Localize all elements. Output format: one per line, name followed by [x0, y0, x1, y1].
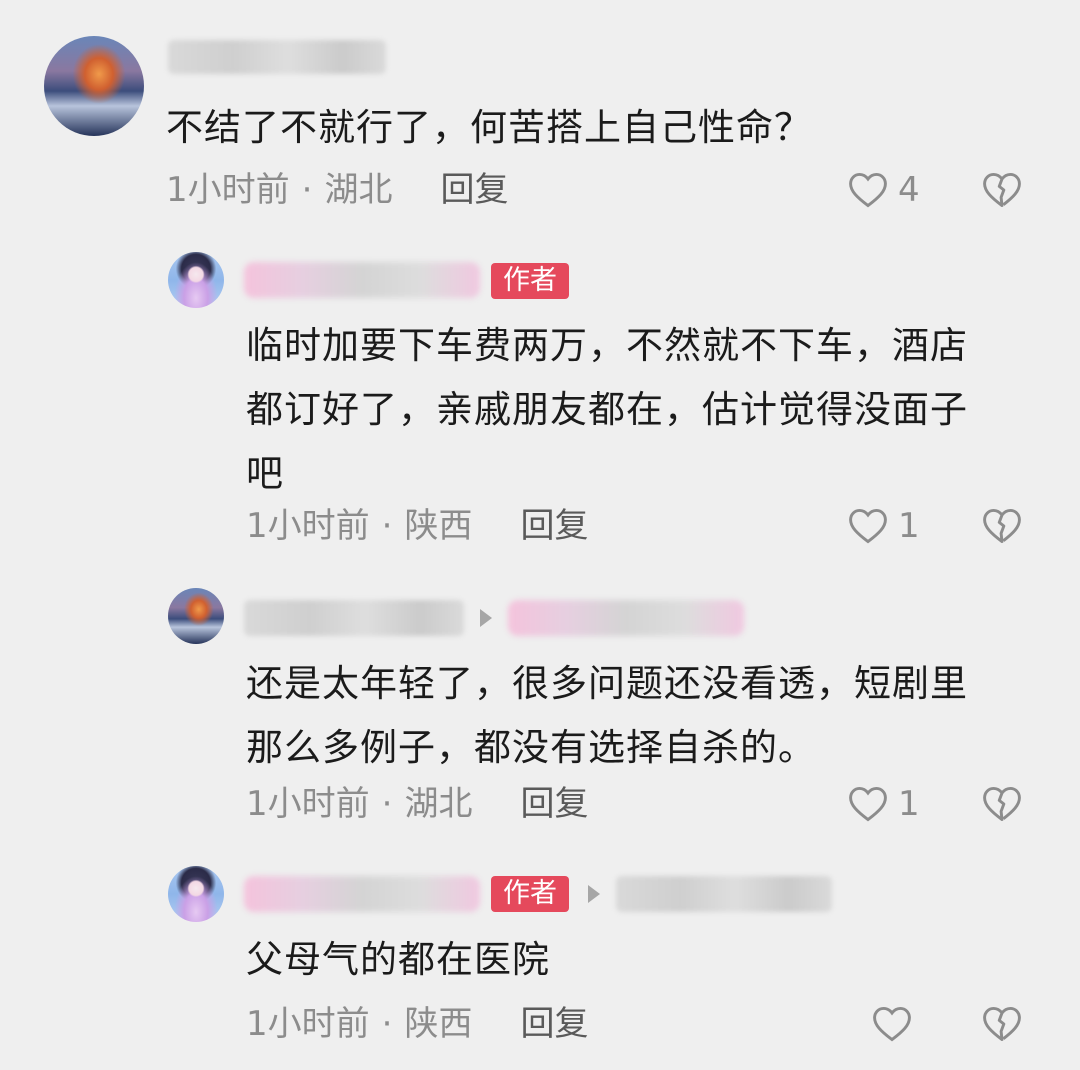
reply-button[interactable]: 回复 [520, 506, 588, 546]
triangle-right-icon [480, 609, 492, 627]
reply-button[interactable]: 回复 [520, 784, 588, 824]
avatar[interactable] [168, 588, 224, 644]
heart-outline-icon [849, 508, 887, 544]
username-blurred[interactable] [244, 876, 480, 912]
dislike-button[interactable] [980, 168, 1024, 216]
heart-outline-icon [873, 1006, 911, 1042]
comment-location: 湖北 [404, 784, 473, 824]
like-button[interactable]: 4 [846, 168, 920, 212]
avatar[interactable] [168, 252, 224, 308]
dislike-button[interactable] [980, 782, 1024, 830]
broken-heart-icon [983, 508, 1021, 544]
comment-text: 还是太年轻了，很多问题还没看透，短剧里 那么多例子，都没有选择自杀的。 [246, 662, 968, 769]
comment-time: 1小时前 [246, 506, 370, 546]
comment-meta: 1小时前 · 湖北 回复 [246, 784, 588, 824]
username-blurred[interactable] [244, 262, 480, 298]
separator: · [301, 170, 313, 210]
username-blurred[interactable] [168, 40, 386, 74]
comment-meta: 1小时前 · 陕西 回复 [246, 506, 588, 546]
separator: · [381, 506, 393, 546]
avatar[interactable] [44, 36, 144, 136]
triangle-right-icon [588, 885, 600, 903]
like-count: 1 [898, 506, 920, 546]
dislike-button[interactable] [980, 504, 1024, 552]
heart-outline-icon [849, 172, 887, 208]
comment-time: 1小时前 [246, 1004, 370, 1044]
author-badge: 作者 [491, 263, 569, 299]
like-button[interactable] [870, 1002, 914, 1046]
like-button[interactable]: 1 [846, 504, 920, 548]
username-blurred[interactable] [244, 600, 464, 636]
like-count: 4 [898, 170, 920, 210]
like-button[interactable]: 1 [846, 782, 920, 826]
comment-time: 1小时前 [246, 784, 370, 824]
comment-time: 1小时前 [166, 170, 290, 210]
comment-text: 临时加要下车费两万，不然就不下车，酒店 都订好了，亲戚朋友都在，估计觉得没面子 … [246, 324, 968, 495]
comment-location: 陕西 [404, 506, 473, 546]
comment-text: 不结了不就行了，何苦搭上自己性命？ [166, 106, 812, 149]
reply-button[interactable]: 回复 [440, 170, 508, 210]
heart-outline-icon [849, 786, 887, 822]
separator: · [381, 784, 393, 824]
broken-heart-icon [983, 1006, 1021, 1042]
reply-to-username-blurred[interactable] [616, 876, 832, 912]
author-badge: 作者 [491, 876, 569, 912]
separator: · [381, 1004, 393, 1044]
comment-meta: 1小时前 · 陕西 回复 [246, 1004, 588, 1044]
comment-location: 湖北 [324, 170, 393, 210]
comment-meta: 1小时前 · 湖北 回复 [166, 170, 508, 210]
dislike-button[interactable] [980, 1002, 1024, 1050]
like-count: 1 [898, 784, 920, 824]
broken-heart-icon [983, 172, 1021, 208]
reply-button[interactable]: 回复 [520, 1004, 588, 1044]
comment-text: 父母气的都在医院 [246, 938, 550, 981]
reply-to-username-blurred[interactable] [508, 600, 744, 636]
broken-heart-icon [983, 786, 1021, 822]
comment-location: 陕西 [404, 1004, 473, 1044]
avatar[interactable] [168, 866, 224, 922]
